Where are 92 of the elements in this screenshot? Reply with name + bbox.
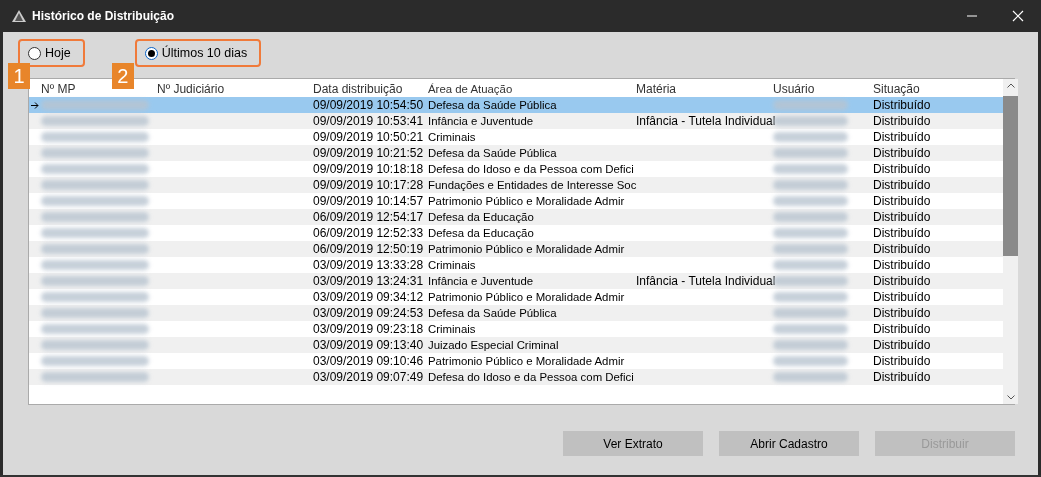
table-cell-text: Distribuído xyxy=(873,161,932,177)
table-row[interactable]: 09/09/2019 10:21:52 Defesa da Saúde Pública Distribuído xyxy=(29,145,1003,161)
table-cell: Infância - Tutela Individual xyxy=(636,274,776,288)
table-cell-text: Patrimonio Público e Moralidade Admir xyxy=(428,290,626,305)
table-cell-text: 09/09/2019 10:50:21 xyxy=(313,129,425,145)
table-row[interactable]: 03/09/2019 13:24:31 Infância e Juventude Infância - Tutela Individual Distribuído xyxy=(29,273,1003,289)
table-cell-text: Defesa da Educação xyxy=(428,210,535,225)
table-cell-text: Distribuído xyxy=(873,209,932,225)
table-cell-text: 03/09/2019 09:13:40 xyxy=(313,337,425,353)
action-button[interactable]: Ver Extrato xyxy=(563,431,703,456)
scroll-down-icon[interactable] xyxy=(1006,395,1015,400)
table-row[interactable]: 06/09/2019 12:52:33 Defesa da Educação Distribuído xyxy=(29,225,1003,241)
table-cell-text: Defesa da Saúde Pública xyxy=(428,306,558,321)
table-cell-text: Distribuído xyxy=(873,241,932,257)
table-cell-text: Defesa da Saúde Pública xyxy=(428,146,558,161)
table-cell-text: 09/09/2019 10:18:18 xyxy=(313,161,425,177)
table-row[interactable]: 03/09/2019 09:07:49 Defesa do Idoso e da Pessoa com Defici Distribuído xyxy=(29,369,1003,385)
table-cell-text: Distribuído xyxy=(873,145,932,161)
table-cell-text: Fundações e Entidades de Interesse Soc xyxy=(428,178,636,193)
scroll-up-icon[interactable] xyxy=(1006,83,1015,88)
table-cell-text: Distribuído xyxy=(873,257,932,273)
column-header[interactable]: Situação xyxy=(873,81,1003,97)
table-row[interactable]: 06/09/2019 12:54:17 Defesa da Educação Distribuído xyxy=(29,209,1003,225)
table-cell-text: Defesa do Idoso e da Pessoa com Defici xyxy=(428,162,635,177)
table-row[interactable]: 03/09/2019 13:33:28 Criminais Distribuído xyxy=(29,257,1003,273)
scroll-thumb[interactable] xyxy=(1003,96,1018,256)
column-header[interactable]: Usuário xyxy=(773,81,873,97)
table-row[interactable]: 09/09/2019 10:54:50 Defesa da Saúde Pública Distribuído xyxy=(29,97,1003,113)
callout-number: 2 xyxy=(111,63,134,89)
table-cell-text: 06/09/2019 12:54:17 xyxy=(313,209,425,225)
column-header[interactable]: Área de Atuação xyxy=(428,81,636,97)
table-cell-text: 03/09/2019 13:24:31 xyxy=(313,273,425,289)
table-cell-text: Distribuído xyxy=(873,369,932,385)
table-cell-text: 09/09/2019 10:21:52 xyxy=(313,145,425,161)
table-cell-text: 09/09/2019 10:54:50 xyxy=(313,97,425,113)
column-header[interactable]: Nº Judiciário xyxy=(157,81,313,97)
table-cell-text: Distribuído xyxy=(873,305,932,321)
table-row[interactable]: 09/09/2019 10:53:41 Infância e Juventude Infância - Tutela Individual Distribuído xyxy=(29,113,1003,129)
table-cell-text: Distribuído xyxy=(873,337,932,353)
callout-number: 1 xyxy=(8,63,30,89)
table-cell-text: Defesa do Idoso e da Pessoa com Defici xyxy=(428,370,635,385)
table-cell-text: Distribuído xyxy=(873,177,932,193)
table-cell-text: 03/09/2019 13:33:28 xyxy=(313,257,425,273)
table-cell-text: Defesa da Educação xyxy=(428,226,535,241)
table-cell-text: Distribuído xyxy=(873,321,932,337)
table-cell-text: Criminais xyxy=(428,130,477,145)
table-cell-text: Distribuído xyxy=(873,273,932,289)
table-cell-text: Patrimonio Público e Moralidade Admir xyxy=(428,194,626,209)
table-cell-text: Criminais xyxy=(428,322,477,337)
action-button[interactable]: Abrir Cadastro xyxy=(719,431,859,456)
table-row[interactable]: 06/09/2019 12:50:19 Patrimonio Público e Moralidade Admir Distribuído xyxy=(29,241,1003,257)
column-header[interactable]: Matéria xyxy=(636,81,773,97)
table-row[interactable]: 03/09/2019 09:10:46 Patrimonio Público e Moralidade Admir Distribuído xyxy=(29,353,1003,369)
window-title: Histórico de Distribuição xyxy=(32,9,175,23)
table-row[interactable]: 03/09/2019 09:23:18 Criminais Distribuído xyxy=(29,321,1003,337)
table-cell-text: 03/09/2019 09:34:12 xyxy=(313,289,425,305)
table-cell-text: 03/09/2019 09:07:49 xyxy=(313,369,425,385)
table-cell-text: 09/09/2019 10:53:41 xyxy=(313,113,425,129)
table-cell: Infância - Tutela Individual xyxy=(636,114,776,128)
table-cell-text: Patrimonio Público e Moralidade Admir xyxy=(428,242,626,257)
close-icon[interactable] xyxy=(1012,10,1024,22)
table-cell-text: 03/09/2019 09:24:53 xyxy=(313,305,425,321)
table-cell-text: 09/09/2019 10:17:28 xyxy=(313,177,425,193)
table-cell-text: Distribuído xyxy=(873,353,932,369)
table-cell-text: Distribuído xyxy=(873,129,932,145)
table-cell-text: Patrimonio Público e Moralidade Admir xyxy=(428,354,626,369)
table-cell-text: 06/09/2019 12:52:33 xyxy=(313,225,425,241)
table-row[interactable]: 09/09/2019 10:17:28 Fundações e Entidades de Interesse Soc Distribuído xyxy=(29,177,1003,193)
table-row[interactable]: 09/09/2019 10:18:18 Defesa do Idoso e da Pessoa com Defici Distribuído xyxy=(29,161,1003,177)
table-cell-text: Criminais xyxy=(428,258,477,273)
table-cell-text: Infância e Juventude xyxy=(428,114,535,129)
table-cell-text: Infância e Juventude xyxy=(428,274,535,289)
table-row[interactable]: 09/09/2019 10:14:57 Patrimonio Público e Moralidade Admir Distribuído xyxy=(29,193,1003,209)
table-row[interactable]: 09/09/2019 10:50:21 Criminais Distribuído xyxy=(29,129,1003,145)
table-cell-text: 03/09/2019 09:23:18 xyxy=(313,321,425,337)
table-row[interactable]: 03/09/2019 09:13:40 Juizado Especial Criminal Distribuído xyxy=(29,337,1003,353)
table-cell-text: 03/09/2019 09:10:46 xyxy=(313,353,425,369)
table-cell-text: Distribuído xyxy=(873,225,932,241)
table-cell-text: Distribuído xyxy=(873,193,932,209)
table-cell-text: Distribuído xyxy=(873,289,932,305)
table-cell-text: 09/09/2019 10:14:57 xyxy=(313,193,425,209)
table-row[interactable]: 03/09/2019 09:34:12 Patrimonio Público e Moralidade Admir Distribuído xyxy=(29,289,1003,305)
table-cell-text: Defesa da Saúde Pública xyxy=(428,98,558,113)
app-logo-icon xyxy=(12,10,26,22)
current-row-arrow-icon xyxy=(31,101,39,109)
vertical-scrollbar[interactable] xyxy=(1003,79,1018,404)
table-cell-text: Juizado Especial Criminal xyxy=(428,338,560,353)
column-header[interactable]: Data distribuição xyxy=(313,81,428,97)
table-cell-text: 06/09/2019 12:50:19 xyxy=(313,241,425,257)
table-cell-text: Distribuído xyxy=(873,97,932,113)
table-cell-text: Distribuído xyxy=(873,113,932,129)
table-row[interactable]: 03/09/2019 09:24:53 Defesa da Saúde Pública Distribuído xyxy=(29,305,1003,321)
